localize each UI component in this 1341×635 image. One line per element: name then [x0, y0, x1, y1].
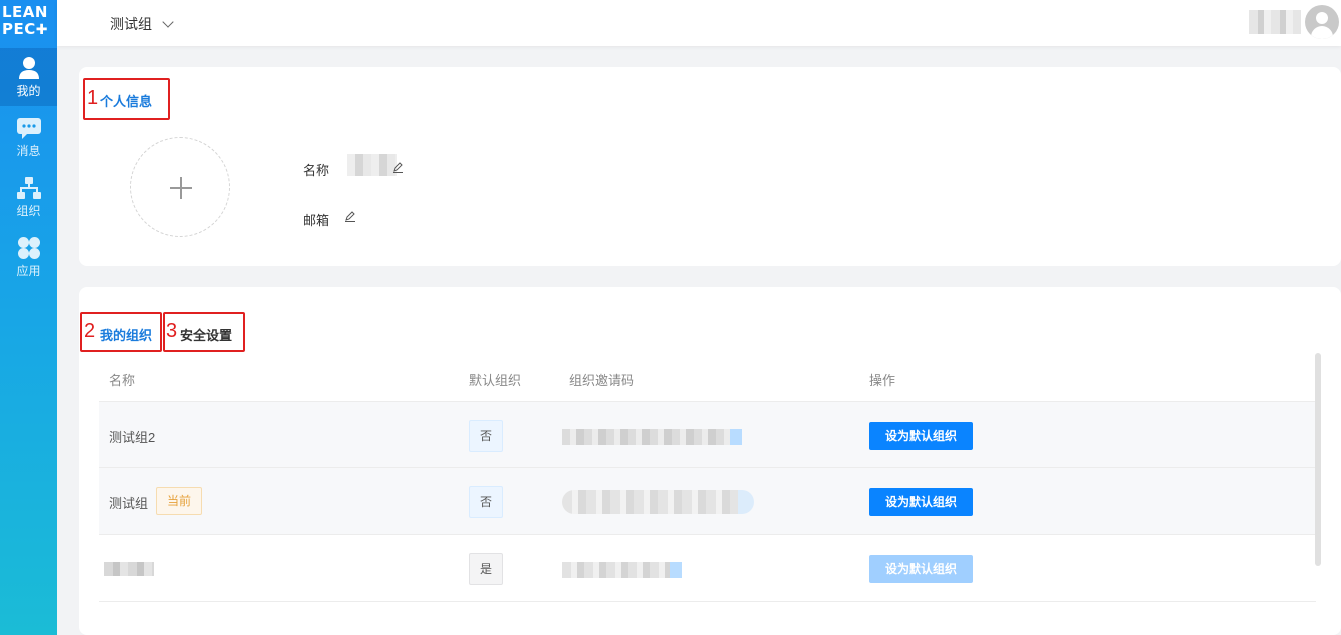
- column-header-name: 名称: [109, 373, 136, 388]
- name-label: 名称: [303, 163, 330, 178]
- org-tree-icon: [16, 177, 41, 199]
- invite-code-redacted: [562, 490, 754, 514]
- sidebar-item-apps[interactable]: 应用: [0, 228, 57, 286]
- default-tag: 否: [469, 486, 503, 518]
- tab-my-orgs[interactable]: 我的组织: [100, 325, 152, 344]
- logo-line2: PEC✚: [2, 20, 48, 39]
- sidebar-item-label: 我的: [16, 84, 41, 98]
- current-org-name: 测试组: [110, 16, 152, 32]
- column-header-actions: 操作: [869, 373, 896, 388]
- current-badge: 当前: [156, 487, 202, 515]
- sidebar-item-org[interactable]: 组织: [0, 168, 57, 226]
- apps-icon: [17, 237, 40, 259]
- org-switcher[interactable]: 测试组: [110, 14, 174, 34]
- invite-code-redacted: [562, 562, 682, 578]
- name-value-redacted: [347, 154, 397, 176]
- org-name: 测试组: [109, 496, 149, 511]
- annotation-number-2: 2: [84, 320, 96, 342]
- profile-title: 个人信息: [100, 94, 153, 109]
- sidebar-item-label: 消息: [16, 144, 41, 158]
- org-name: 测试组2: [109, 430, 156, 445]
- column-header-invite-code: 组织邀请码: [569, 373, 635, 388]
- set-default-org-button[interactable]: 设为默认组织: [869, 555, 973, 583]
- user-icon: [18, 57, 39, 79]
- sidebar-item-messages[interactable]: 消息: [0, 108, 57, 166]
- tab-security-settings[interactable]: 安全设置: [180, 325, 232, 344]
- org-card: 2 我的组织 3 安全设置 名称 默认组织 组织邀请码 操作 测试组2 否 设为…: [79, 287, 1341, 635]
- default-tag: 否: [469, 420, 503, 452]
- annotation-number-3: 3: [166, 320, 178, 342]
- sidebar: LEAN PEC✚ 我的 消息 组织 应用: [0, 0, 57, 635]
- sidebar-item-label: 应用: [16, 264, 41, 278]
- username-redacted: [1249, 10, 1301, 34]
- sidebar-item-mine[interactable]: 我的: [0, 48, 57, 106]
- set-default-org-button[interactable]: 设为默认组织: [869, 488, 973, 516]
- email-label: 邮箱: [303, 213, 330, 228]
- table-row: 测试组 当前 否 设为默认组织: [99, 468, 1316, 535]
- edit-icon[interactable]: [344, 210, 356, 222]
- logo[interactable]: LEAN PEC✚: [2, 4, 56, 44]
- message-icon: [16, 118, 41, 139]
- avatar[interactable]: [1305, 5, 1339, 39]
- set-default-org-button[interactable]: 设为默认组织: [869, 422, 973, 450]
- table-row: 测试组2 否 设为默认组织: [99, 401, 1316, 468]
- profile-card: 1 个人信息 名称 邮箱: [79, 67, 1341, 266]
- column-header-default: 默认组织: [469, 373, 522, 388]
- top-header: 测试组: [57, 0, 1341, 46]
- logo-line1: LEAN: [2, 3, 48, 21]
- sidebar-item-label: 组织: [16, 204, 41, 218]
- org-name-redacted: [104, 562, 154, 576]
- invite-code-redacted: [562, 429, 742, 445]
- avatar-upload[interactable]: [130, 137, 230, 237]
- table-row: 是 设为默认组织: [99, 535, 1316, 602]
- table-scrollbar[interactable]: [1315, 353, 1321, 566]
- edit-icon[interactable]: [392, 161, 404, 173]
- default-tag: 是: [469, 553, 503, 585]
- logo-badge-icon: ✚: [35, 22, 48, 38]
- chevron-down-icon: [162, 15, 174, 28]
- annotation-number-1: 1: [87, 87, 99, 109]
